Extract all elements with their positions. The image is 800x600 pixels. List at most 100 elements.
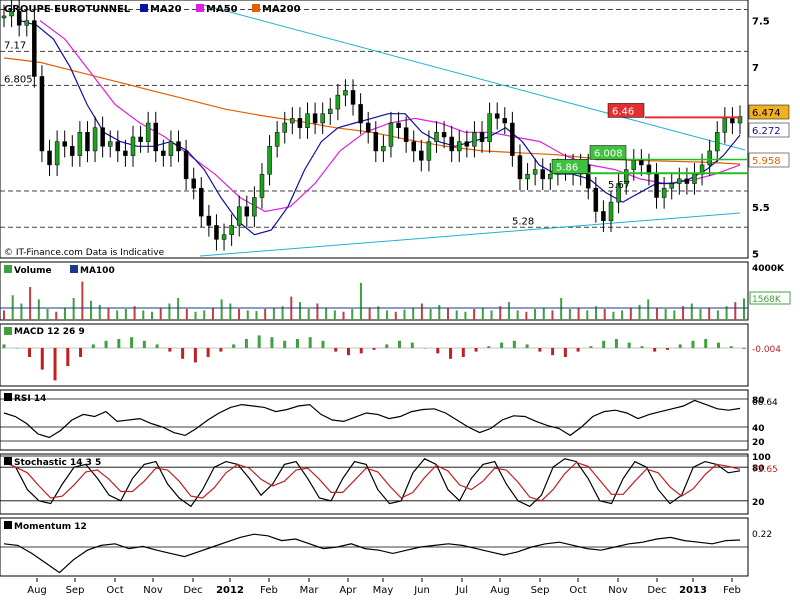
candle-body [290,118,295,124]
candle-body [145,122,151,142]
candle-body [457,141,462,152]
candle-body [684,178,690,184]
right-value-5.958: 5.958 [752,156,781,167]
volume-bar [46,309,49,320]
volume-bar [185,309,188,320]
volume-bar [455,310,458,320]
legend-MA20: MA20 [150,4,182,15]
volume-bar [177,298,180,320]
x-label-Sep: Sep [531,585,550,596]
y-tick-5.5: 5.5 [752,203,770,214]
macd-bar [614,339,618,348]
candle-body [510,122,515,156]
vol-legend-swatch [70,265,78,273]
candle-body [229,225,234,235]
macd-bar [372,348,376,350]
candle-body [62,141,67,147]
volume-bar [560,298,563,320]
volume-bar [525,311,528,320]
candle-body [297,118,303,128]
macd-bar [193,348,197,363]
candle-body [138,136,143,142]
candle-body [639,160,644,166]
price-right-values: 6.474 6.272 5.958 [748,104,790,168]
volume-bar [603,309,606,320]
macd-panel: MACD 12 26 9 -0.004 [0,323,781,387]
x-label-Sep: Sep [66,585,85,596]
rsi-panel: RSI 14 804020 66.64 [0,389,778,451]
volume-bar [655,307,658,320]
candle-body [244,206,250,217]
chart-title: GROUPE EUROTUNNEL [4,4,131,15]
macd-bar [678,344,682,348]
x-label-Oct: Oct [106,585,123,596]
candle-body [669,183,674,189]
y-tick-7: 7 [752,63,759,74]
volume-bar [168,303,171,320]
volume-bar [551,310,554,320]
tick-100: 100 [752,453,771,463]
candle-body [707,150,712,166]
macd-bar [334,348,338,352]
candle-body [601,211,606,222]
y-tick-5: 5 [752,249,759,260]
candle-body [32,20,37,77]
x-label-Aug: Aug [490,585,510,596]
volume-bar [534,309,537,320]
momentum-label: Momentum 12 [14,522,87,532]
volume-bar [481,307,484,320]
tick-20: 20 [752,438,765,448]
volume-bar [447,307,449,320]
candle-body [77,132,83,156]
candle-body [532,169,538,175]
rsi-label: RSI 14 [14,394,46,404]
x-label-Jul: Jul [455,585,468,596]
volume-bar [90,300,93,320]
macd-bar [130,337,134,348]
volume-bar [690,303,693,320]
chart: 7.176.8055.285.676.466.0085.86 7.576.565… [0,0,791,596]
volume-bar [37,299,40,320]
candle-body [730,118,735,124]
volume-bar [264,309,267,320]
candle-body [85,132,90,152]
level-label-5.28: 5.28 [512,216,534,227]
volume-bar [20,303,23,320]
x-label-May: May [373,585,394,596]
volume-bar [238,309,241,320]
stochastic-label: Stochastic 14 3 5 [14,458,101,468]
x-label-Nov: Nov [143,585,163,596]
macd-label: MACD 12 26 9 [14,327,85,337]
legend-swatch-MA20 [140,4,148,12]
volume-bar [394,311,397,320]
vol-legend-Volume: Volume [14,266,52,276]
volume-bar [316,303,319,320]
macd-bar [28,348,32,357]
volume-bar [229,303,232,320]
candle-body [92,127,98,152]
candle-body [388,122,394,147]
candle-body [525,173,530,180]
volume-bar [151,311,153,320]
candle-body [403,127,409,142]
candle-body [100,127,105,147]
macd-bar [244,339,248,348]
candle-body [115,141,121,152]
macd-bar [474,348,478,352]
candle-body [267,146,272,175]
volume-bar [490,310,493,320]
volume-bar [464,311,467,320]
x-label-Dec: Dec [183,585,202,596]
volume-bar [647,299,650,320]
volume-bar [673,310,676,320]
volume-bar [116,310,119,320]
right-value-6.272: 6.272 [752,126,781,137]
volume-bar [63,307,66,320]
volume-bar [359,282,362,320]
macd-bar [206,348,210,357]
x-label-Dec: Dec [647,585,666,596]
volume-bar [699,309,702,320]
macd-bar [410,342,414,348]
macd-bar [487,346,491,348]
volume-bar [351,309,354,320]
